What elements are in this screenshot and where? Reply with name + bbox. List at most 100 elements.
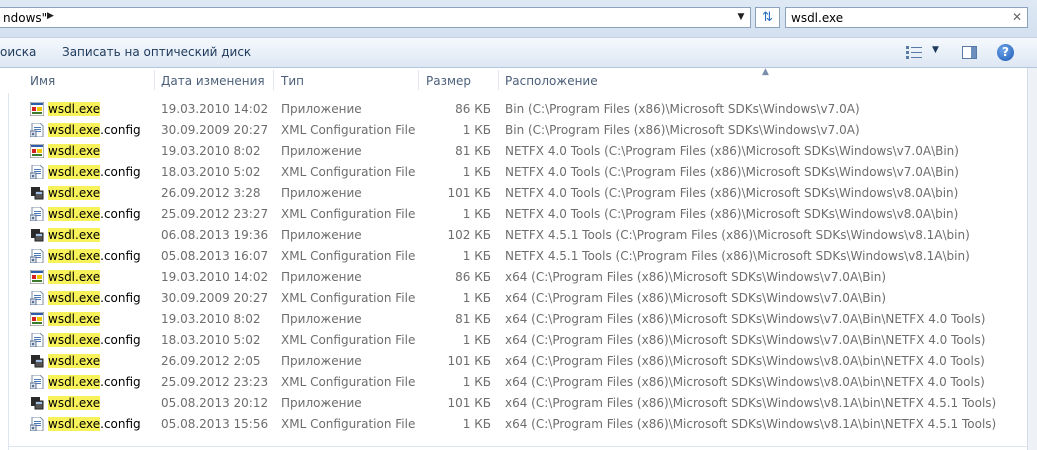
file-extension: .config bbox=[100, 375, 141, 389]
file-extension: .config bbox=[100, 165, 141, 179]
column-header-row: ▲ Имя Дата изменения Тип Размер Располож… bbox=[0, 67, 1037, 93]
file-name[interactable]: wsdl.exe bbox=[48, 354, 101, 368]
file-row[interactable]: wsdl.exe.config 25.09.2012 23:27 XML Confi… bbox=[0, 204, 1037, 225]
help-icon[interactable]: ? bbox=[997, 44, 1014, 61]
file-name[interactable]: wsdl.exe.config bbox=[48, 291, 141, 305]
file-type: Приложение bbox=[281, 312, 362, 326]
search-input[interactable]: wsdl.exe ✕ bbox=[785, 7, 1028, 28]
file-type: XML Configuration File bbox=[281, 165, 416, 179]
file-extension: .config bbox=[100, 207, 141, 221]
file-row[interactable]: wsdl.exe.config 18.03.2010 5:02 XML Config… bbox=[0, 162, 1037, 183]
file-row[interactable]: wsdl.exe 19.03.2010 8:02 Приложение 81 КБ NE… bbox=[0, 141, 1037, 162]
file-name[interactable]: wsdl.exe bbox=[48, 270, 101, 284]
file-location: x64 (C:\Program Files (x86)\Microsoft SD… bbox=[505, 375, 985, 389]
file-location: Bin (C:\Program Files (x86)\Microsoft SD… bbox=[505, 102, 860, 116]
file-row[interactable]: wsdl.exe.config 05.08.2013 15:56 XML Confi… bbox=[0, 414, 1037, 435]
file-size: 1 КБ bbox=[462, 375, 491, 389]
file-row[interactable]: wsdl.exe.config 05.08.2013 16:07 XML Confi… bbox=[0, 246, 1037, 267]
config-file-icon bbox=[30, 207, 44, 221]
file-name[interactable]: wsdl.exe.config bbox=[48, 417, 141, 431]
file-type: XML Configuration File bbox=[281, 291, 416, 305]
save-search-button[interactable]: оиска bbox=[0, 45, 36, 59]
file-date: 26.09.2012 3:28 bbox=[161, 186, 261, 200]
column-divider[interactable] bbox=[418, 70, 419, 90]
file-row[interactable]: wsdl.exe 26.09.2012 3:28 Приложение 101 КБ N… bbox=[0, 183, 1037, 204]
file-size: 101 КБ bbox=[447, 186, 491, 200]
search-match-highlight: wsdl.exe bbox=[48, 333, 101, 347]
breadcrumb[interactable]: ndows" bbox=[3, 11, 47, 25]
file-type: Приложение bbox=[281, 354, 362, 368]
console-app-icon bbox=[31, 187, 44, 200]
column-divider[interactable] bbox=[273, 70, 274, 90]
search-match-highlight: wsdl.exe bbox=[48, 291, 101, 305]
file-name[interactable]: wsdl.exe bbox=[48, 228, 101, 242]
file-name[interactable]: wsdl.exe.config bbox=[48, 375, 141, 389]
file-size: 1 КБ bbox=[462, 123, 491, 137]
column-header-date[interactable]: Дата изменения bbox=[161, 74, 265, 88]
file-size: 86 КБ bbox=[455, 102, 491, 116]
file-date: 25.09.2012 23:23 bbox=[161, 375, 269, 389]
console-app-icon bbox=[31, 355, 44, 368]
file-type: Приложение bbox=[281, 396, 362, 410]
address-bar[interactable]: ndows" ▶ ▼ bbox=[0, 7, 751, 28]
file-row[interactable]: wsdl.exe 19.03.2010 14:02 Приложение 86 КБ B… bbox=[0, 99, 1037, 120]
file-row[interactable]: wsdl.exe 19.03.2010 14:02 Приложение 86 КБ x… bbox=[0, 267, 1037, 288]
file-row[interactable]: wsdl.exe 06.08.2013 19:36 Приложение 102 КБ… bbox=[0, 225, 1037, 246]
file-name[interactable]: wsdl.exe bbox=[48, 396, 101, 410]
file-name[interactable]: wsdl.exe bbox=[48, 186, 101, 200]
file-name[interactable]: wsdl.exe.config bbox=[48, 123, 141, 137]
file-type: XML Configuration File bbox=[281, 417, 416, 431]
config-file-icon bbox=[30, 249, 44, 263]
config-file-icon bbox=[30, 291, 44, 305]
column-header-type[interactable]: Тип bbox=[281, 74, 304, 88]
address-history-dropdown-icon[interactable]: ▼ bbox=[733, 10, 749, 25]
file-date: 30.09.2009 20:27 bbox=[161, 291, 269, 305]
file-location: x64 (C:\Program Files (x86)\Microsoft SD… bbox=[505, 291, 887, 305]
search-match-highlight: wsdl.exe bbox=[48, 249, 101, 263]
file-extension: .config bbox=[100, 417, 141, 431]
app-color-icon bbox=[30, 144, 44, 158]
file-type: Приложение bbox=[281, 186, 362, 200]
column-divider[interactable] bbox=[154, 70, 155, 90]
clear-search-icon[interactable]: ✕ bbox=[1012, 10, 1022, 24]
app-color-icon bbox=[30, 270, 44, 284]
column-divider[interactable] bbox=[498, 70, 499, 90]
file-name[interactable]: wsdl.exe bbox=[48, 102, 101, 116]
search-match-highlight: wsdl.exe bbox=[48, 102, 101, 116]
file-size: 1 КБ bbox=[462, 417, 491, 431]
file-location: NETFX 4.0 Tools (C:\Program Files (x86)\… bbox=[505, 165, 959, 179]
file-row[interactable]: wsdl.exe.config 30.09.2009 20:27 XML Confi… bbox=[0, 288, 1037, 309]
file-location: x64 (C:\Program Files (x86)\Microsoft SD… bbox=[505, 312, 986, 326]
refresh-button[interactable]: ⇅ bbox=[755, 7, 780, 28]
sort-ascending-icon: ▲ bbox=[762, 67, 769, 77]
column-header-size[interactable]: Размер bbox=[426, 74, 471, 88]
file-row[interactable]: wsdl.exe 19.03.2010 8:02 Приложение 81 КБ x6… bbox=[0, 309, 1037, 330]
column-header-location[interactable]: Расположение bbox=[505, 74, 598, 88]
file-row[interactable]: wsdl.exe 26.09.2012 2:05 Приложение 101 КБ x… bbox=[0, 351, 1037, 372]
file-row[interactable]: wsdl.exe 05.08.2013 20:12 Приложение 101 КБ… bbox=[0, 393, 1037, 414]
file-location: NETFX 4.5.1 Tools (C:\Program Files (x86… bbox=[505, 249, 970, 263]
file-size: 1 КБ bbox=[462, 291, 491, 305]
console-app-icon bbox=[31, 397, 44, 410]
file-row[interactable]: wsdl.exe.config 25.09.2012 23:23 XML Confi… bbox=[0, 372, 1037, 393]
file-name[interactable]: wsdl.exe bbox=[48, 312, 101, 326]
change-view-icon[interactable] bbox=[906, 46, 922, 59]
file-date: 19.03.2010 8:02 bbox=[161, 312, 261, 326]
file-row[interactable]: wsdl.exe.config 30.09.2009 20:27 XML Confi… bbox=[0, 120, 1037, 141]
file-name[interactable]: wsdl.exe.config bbox=[48, 165, 141, 179]
preview-pane-icon[interactable] bbox=[962, 46, 977, 59]
file-type: Приложение bbox=[281, 228, 362, 242]
file-extension: .config bbox=[100, 123, 141, 137]
file-name[interactable]: wsdl.exe.config bbox=[48, 333, 141, 347]
file-name[interactable]: wsdl.exe bbox=[48, 144, 101, 158]
view-options-dropdown-icon[interactable]: ▼ bbox=[932, 45, 939, 55]
file-name[interactable]: wsdl.exe.config bbox=[48, 249, 141, 263]
column-header-name[interactable]: Имя bbox=[30, 74, 55, 88]
file-size: 1 КБ bbox=[462, 165, 491, 179]
file-location: NETFX 4.0 Tools (C:\Program Files (x86)\… bbox=[505, 186, 959, 200]
file-type: Приложение bbox=[281, 144, 362, 158]
file-row[interactable]: wsdl.exe.config 18.03.2010 5:02 XML Config… bbox=[0, 330, 1037, 351]
file-name[interactable]: wsdl.exe.config bbox=[48, 207, 141, 221]
breadcrumb-chevron-icon[interactable]: ▶ bbox=[47, 11, 54, 21]
burn-to-disc-button[interactable]: Записать на оптический диск bbox=[62, 45, 251, 59]
